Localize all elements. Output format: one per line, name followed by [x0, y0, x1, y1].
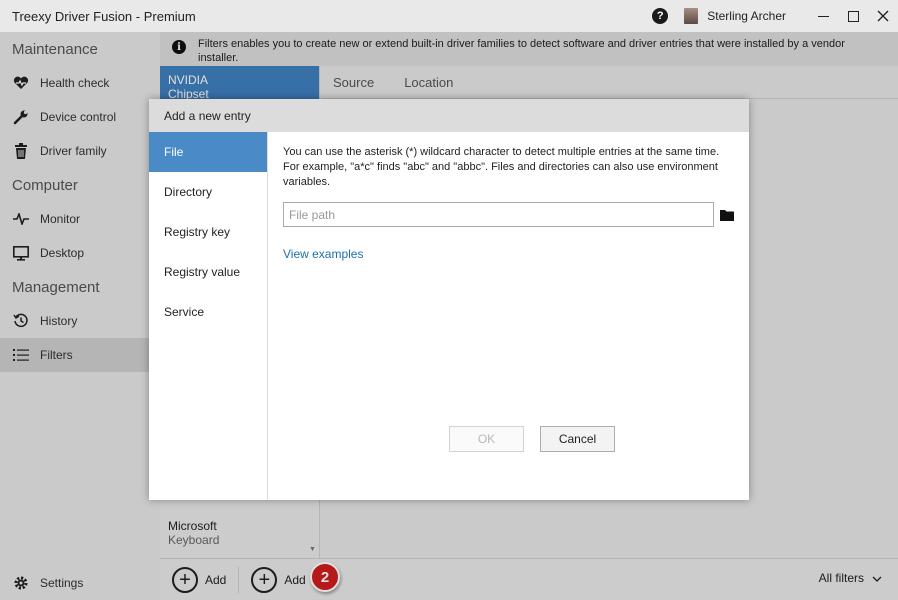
dialog-title: Add a new entry	[149, 99, 749, 132]
dialog-description: You can use the asterisk (*) wildcard ch…	[283, 146, 720, 188]
minimize-button[interactable]	[808, 0, 838, 32]
add-entry-dialog: Add a new entry File Directory Registry …	[149, 99, 749, 500]
folder-icon[interactable]	[720, 209, 735, 221]
tab-file[interactable]: File	[149, 132, 267, 172]
tab-directory[interactable]: Directory	[149, 172, 267, 212]
minimize-icon	[817, 15, 829, 17]
avatar[interactable]	[684, 8, 699, 24]
dialog-tabs: File Directory Registry key Registry val…	[149, 132, 268, 500]
maximize-button[interactable]	[838, 0, 868, 32]
close-button[interactable]	[868, 0, 898, 32]
ok-button[interactable]: OK	[449, 426, 524, 452]
cancel-button[interactable]: Cancel	[540, 426, 615, 452]
app-title: Treexy Driver Fusion - Premium	[12, 8, 196, 24]
maximize-icon	[847, 10, 859, 22]
help-icon[interactable]: ?	[652, 8, 669, 24]
tab-registry-key[interactable]: Registry key	[149, 212, 267, 252]
tab-service[interactable]: Service	[149, 292, 267, 332]
file-path-input[interactable]	[283, 202, 714, 227]
close-icon	[877, 10, 889, 22]
view-examples-link[interactable]: View examples	[283, 247, 363, 261]
title-bar: Treexy Driver Fusion - Premium ? Sterlin…	[0, 0, 898, 32]
tab-registry-value[interactable]: Registry value	[149, 252, 267, 292]
user-name[interactable]: Sterling Archer	[707, 9, 786, 23]
